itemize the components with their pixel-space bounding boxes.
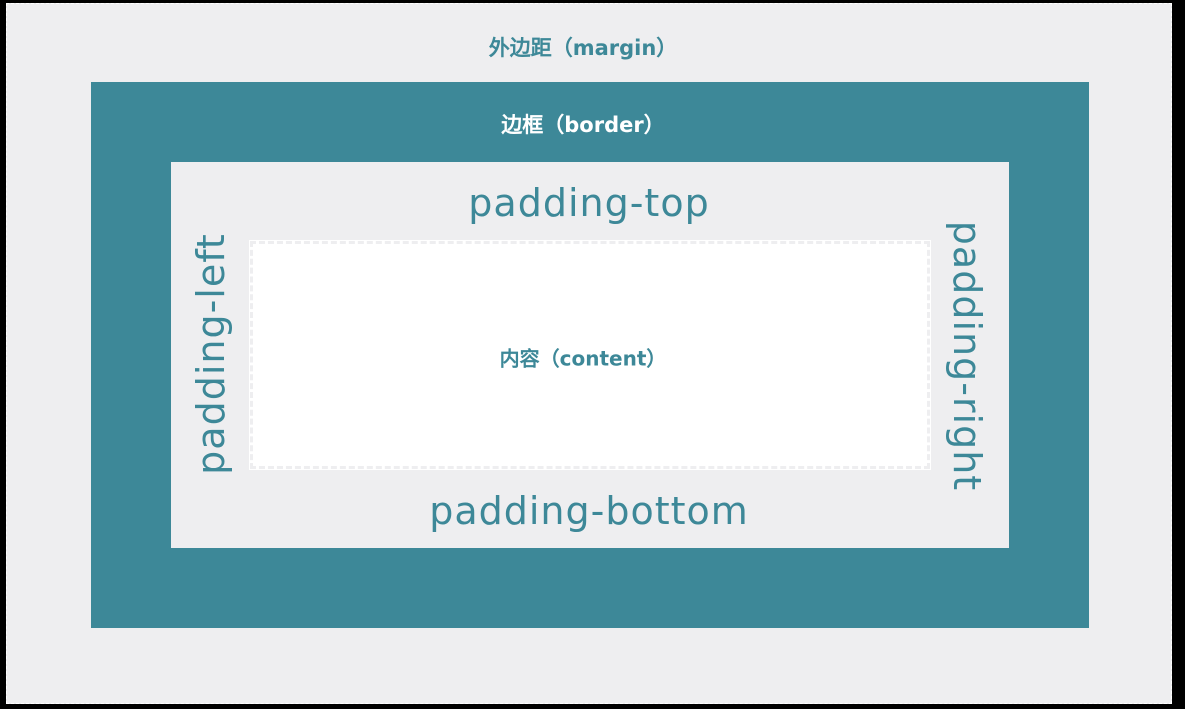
padding-top-label: padding-top (468, 181, 710, 225)
padding-left-label: padding-left (189, 233, 233, 475)
padding-bottom-label: padding-bottom (429, 489, 749, 533)
content-label: 内容（content） (499, 346, 667, 371)
padding-right-label: padding-right (945, 220, 989, 492)
margin-label: 外边距（margin） (488, 36, 678, 60)
border-label: 边框（border） (501, 113, 665, 137)
